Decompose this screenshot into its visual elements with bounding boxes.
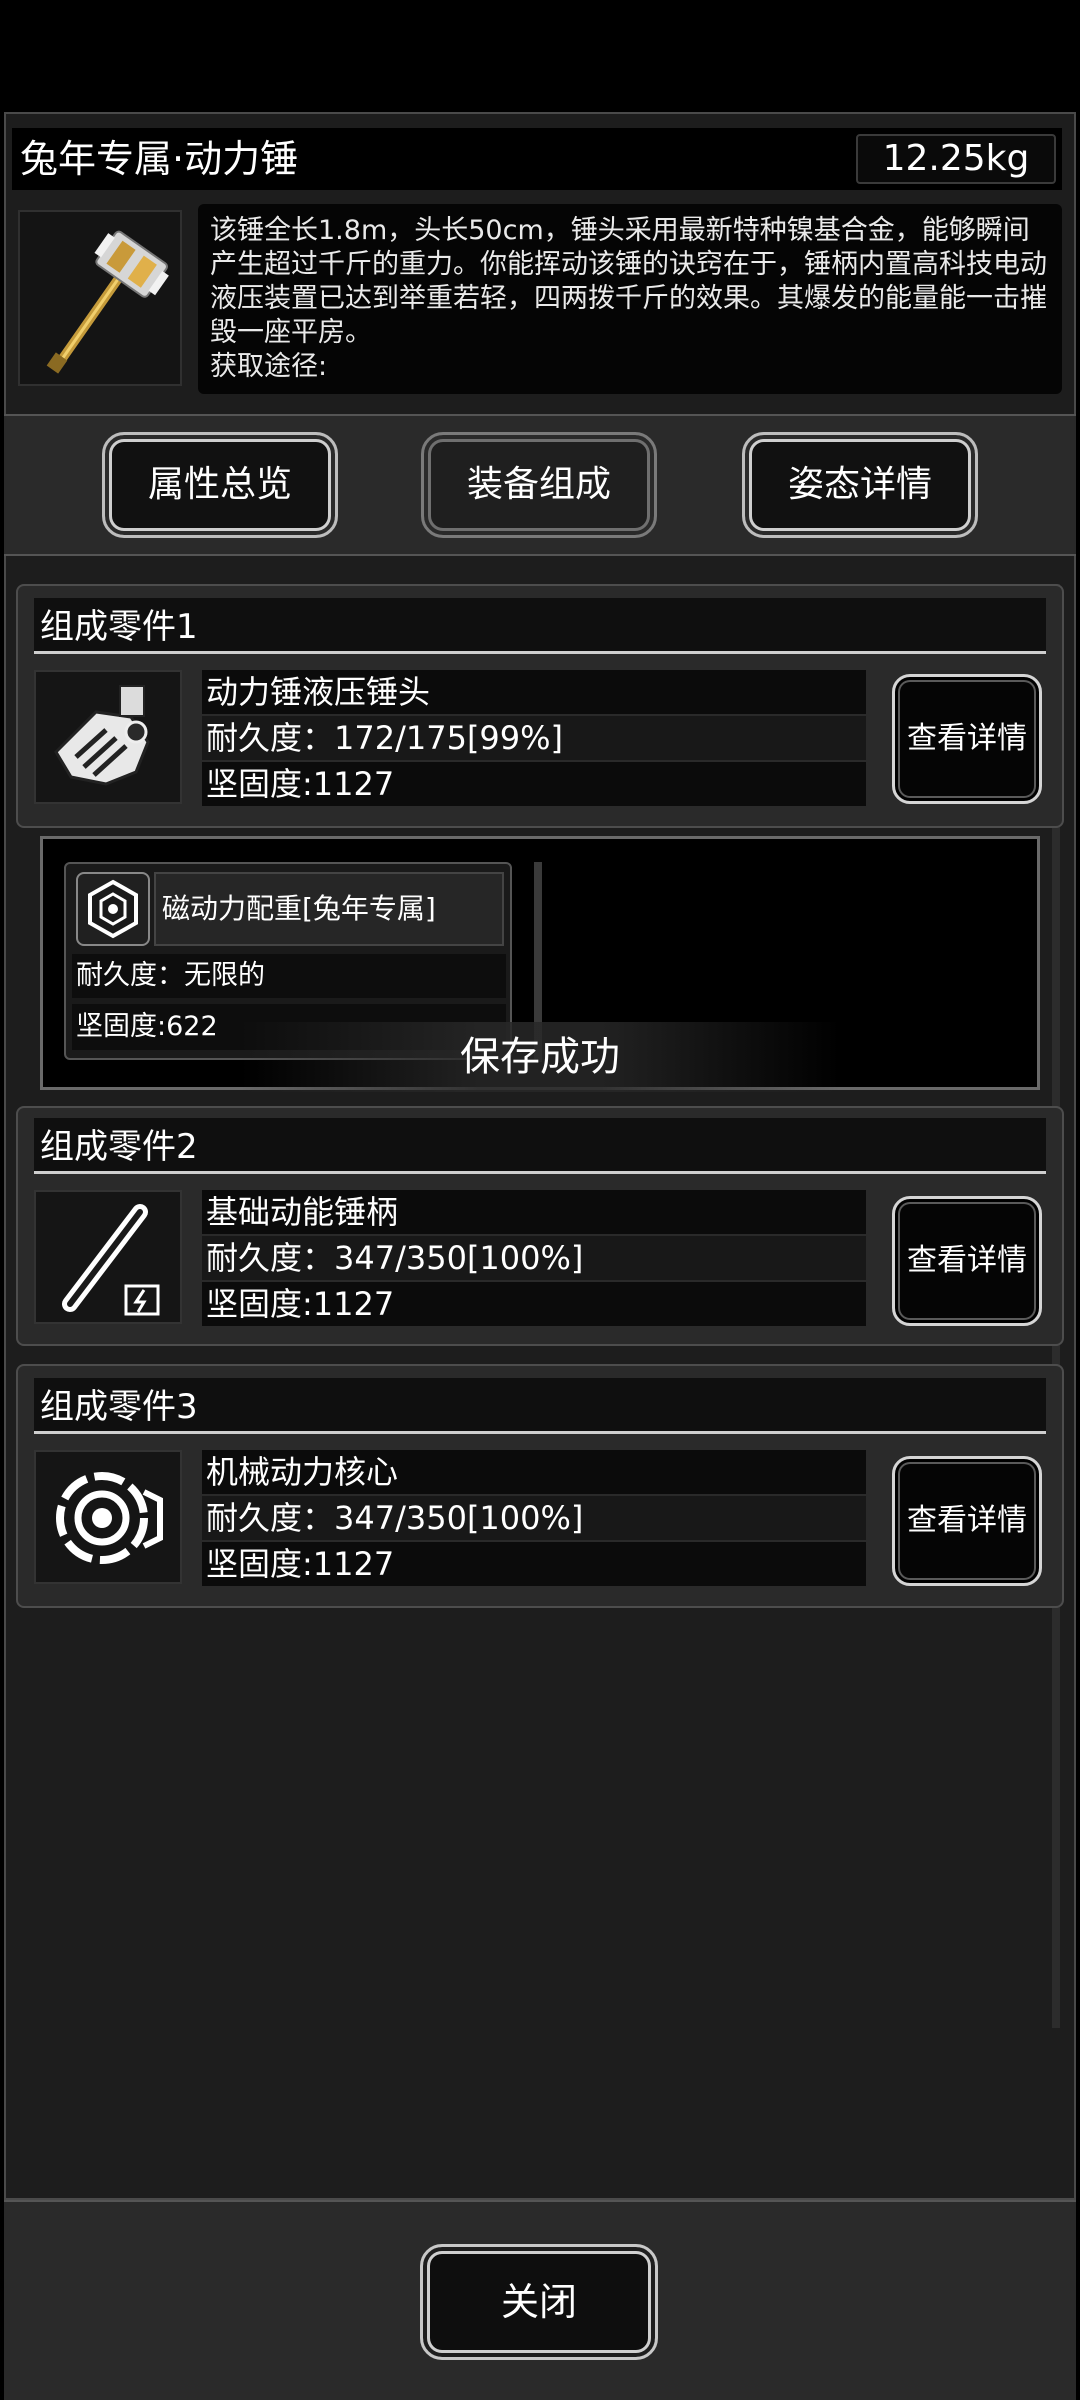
part-durability-2: 耐久度：347/350[100%]	[202, 1236, 866, 1280]
part-durability-1: 耐久度：172/175[99%]	[202, 716, 866, 760]
item-weight: 12.25kg	[856, 134, 1056, 184]
hex-nut-icon	[76, 872, 150, 946]
part-hardness-2: 坚固度:1127	[202, 1282, 866, 1326]
sub-component-durability: 耐久度：无限的	[72, 954, 506, 998]
tab-posture-details[interactable]: 姿态详情	[742, 432, 978, 538]
power-hammer-icon	[18, 210, 182, 386]
part-header-2: 组成零件2	[34, 1118, 1046, 1174]
hammer-head-icon	[34, 670, 182, 804]
tab-attributes-overview[interactable]: 属性总览	[102, 432, 338, 538]
save-success-toast: 保存成功	[240, 1022, 840, 1092]
hammer-handle-icon	[34, 1190, 182, 1324]
part-name-3: 机械动力核心	[202, 1450, 866, 1494]
part-durability-3: 耐久度：347/350[100%]	[202, 1496, 866, 1540]
close-button[interactable]: 关闭	[420, 2244, 658, 2360]
part-name-1: 动力锤液压锤头	[202, 670, 866, 714]
part-header-1: 组成零件1	[34, 598, 1046, 654]
item-title: 兔年专属·动力锤	[20, 137, 299, 181]
mechanical-core-icon	[34, 1450, 182, 1584]
description-text: 该锤全长1.8m，头长50cm，锤头采用最新特种镍基合金，能够瞬间产生超过千斤的…	[210, 215, 1047, 348]
view-details-button-3[interactable]: 查看详情	[892, 1456, 1042, 1586]
part-hardness-3: 坚固度:1127	[202, 1542, 866, 1586]
part-header-3: 组成零件3	[34, 1378, 1046, 1434]
sub-component-name: 磁动力配重[兔年专属]	[154, 872, 504, 946]
tab-equipment-composition[interactable]: 装备组成	[421, 432, 657, 538]
view-details-button-2[interactable]: 查看详情	[892, 1196, 1042, 1326]
source-label: 获取途径:	[210, 351, 328, 382]
item-description: 该锤全长1.8m，头长50cm，锤头采用最新特种镍基合金，能够瞬间产生超过千斤的…	[198, 204, 1062, 394]
part-name-2: 基础动能锤柄	[202, 1190, 866, 1234]
part-hardness-1: 坚固度:1127	[202, 762, 866, 806]
view-details-button-1[interactable]: 查看详情	[892, 674, 1042, 804]
